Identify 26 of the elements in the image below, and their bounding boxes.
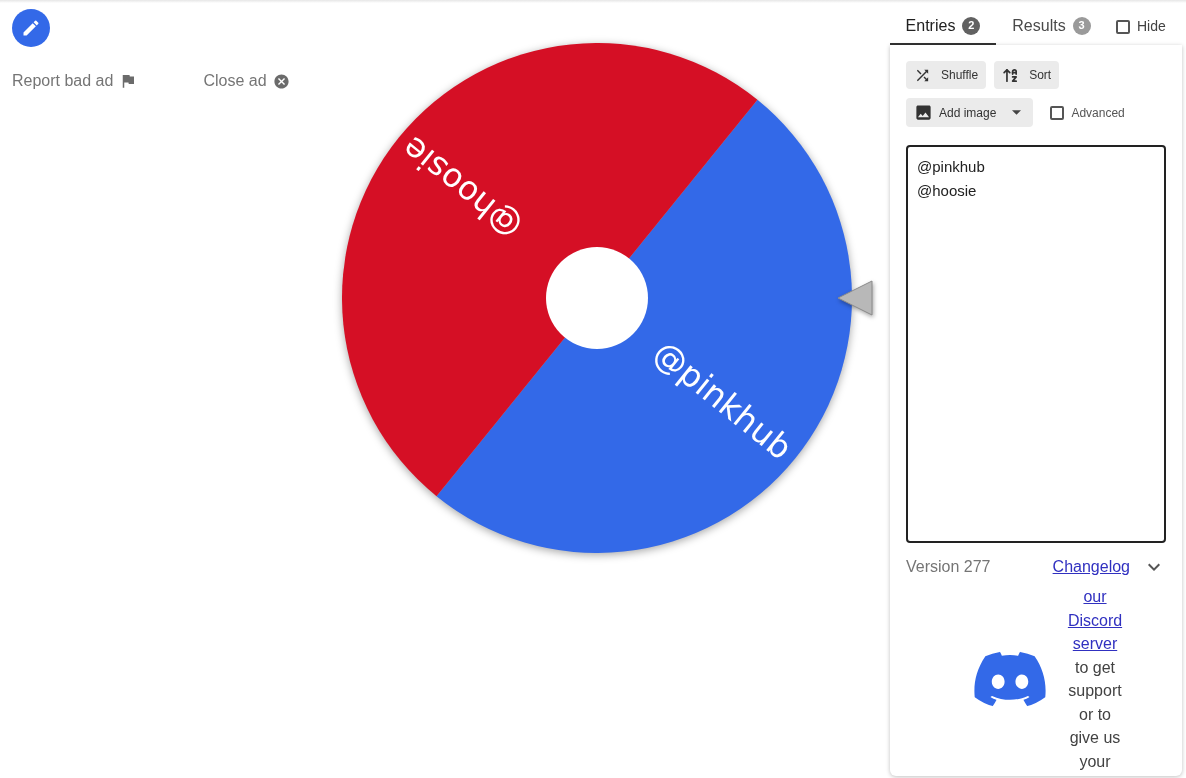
- panel-tab[interactable]: Results 3: [996, 8, 1107, 45]
- changelog-link[interactable]: Changelog: [1052, 555, 1130, 579]
- add-image-button[interactable]: Add image: [906, 98, 1034, 127]
- edit-button[interactable]: [12, 9, 50, 47]
- version-text: Version 277: [906, 557, 991, 577]
- pencil-icon: [21, 18, 41, 38]
- shuffle-button[interactable]: Shuffle: [906, 61, 987, 89]
- count-badge: 3: [1072, 16, 1091, 35]
- pointer-triangle-icon: [838, 280, 874, 316]
- close-ad-link[interactable]: Close ad: [203, 69, 290, 93]
- entries-field[interactable]: @pinkhub @hoosie: [906, 145, 1166, 543]
- support-text: to get support or to give us your: [1067, 657, 1123, 772]
- report-ad-link[interactable]: Report bad ad: [12, 69, 138, 93]
- image-icon: [914, 103, 933, 122]
- advanced-checkbox[interactable]: [1050, 105, 1065, 120]
- count-badge: 2: [962, 16, 981, 35]
- advanced-label: Advanced: [1071, 104, 1125, 122]
- wheel-center-hub[interactable]: [546, 247, 648, 349]
- sort-icon: [1002, 66, 1020, 84]
- panel-tab[interactable]: Entries 2: [890, 8, 996, 45]
- hide-label: Hide: [1137, 17, 1166, 36]
- close-icon: [272, 72, 290, 90]
- sort-button[interactable]: Sort: [994, 61, 1060, 89]
- hide-checkbox[interactable]: [1116, 19, 1130, 34]
- discord-server-link[interactable]: our Discord server: [1064, 585, 1126, 656]
- caret-icon: [1012, 110, 1022, 115]
